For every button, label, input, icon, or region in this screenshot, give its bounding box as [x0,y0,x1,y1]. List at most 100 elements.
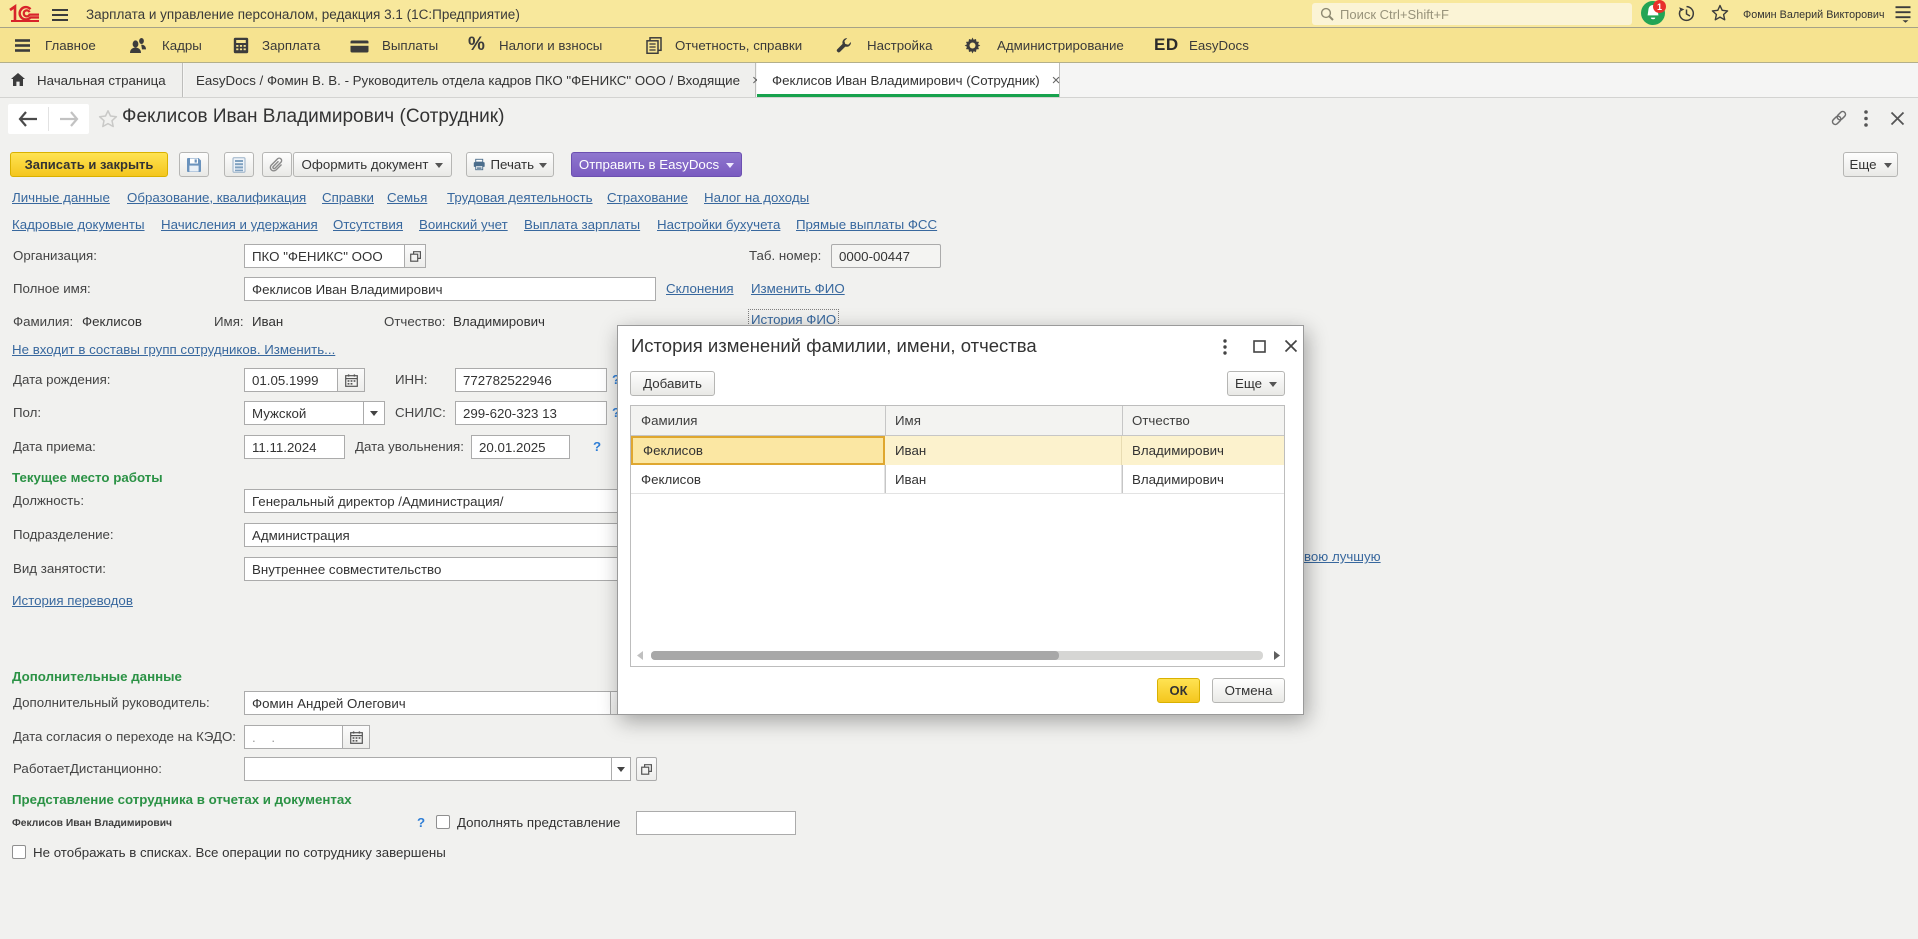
groups-link[interactable]: Не входит в составы групп сотрудников. И… [12,342,335,357]
add-manager-input[interactable]: Фомин Андрей Олегович [244,691,611,715]
dialog-add-button[interactable]: Добавить [630,371,715,396]
tab-employee[interactable]: Феклисов Иван Владимирович (Сотрудник) × [757,63,1060,97]
column-header-patronymic[interactable]: Отчество [1122,406,1284,436]
dialog-more-button[interactable]: Еще [1227,371,1285,396]
link-chain-icon[interactable] [1830,109,1848,127]
forward-arrow-icon[interactable] [59,111,79,127]
dialog-more-icon[interactable] [1223,339,1227,355]
navlink-accruals[interactable]: Начисления и удержания [161,217,318,232]
cell-name[interactable]: Иван [885,465,1122,494]
dialog-maximize-icon[interactable] [1253,340,1266,353]
navlink-hr-documents[interactable]: Кадровые документы [12,217,145,232]
back-arrow-icon[interactable] [18,111,38,127]
window-close-icon[interactable] [1890,111,1905,126]
column-header-surname[interactable]: Фамилия [631,406,885,436]
menu-item-reports[interactable]: Отчетность, справки [675,28,802,62]
menu-item-easydocs[interactable]: EasyDocs [1189,28,1249,62]
attachments-button[interactable] [262,152,292,177]
gender-select[interactable]: Мужской [244,401,364,425]
menu-item-taxes[interactable]: Налоги и взносы [499,28,602,62]
remote-work-dropdown-button[interactable] [611,757,631,781]
service-menu-icon[interactable] [1895,6,1911,23]
menu-item-settings[interactable]: Настройка [867,28,932,62]
tab-easydocs-inbox[interactable]: EasyDocs / Фомин В. В. - Руководитель от… [184,63,756,97]
kedo-date-input[interactable]: . . [244,725,343,749]
menu-item-payments[interactable]: Выплаты [382,28,438,62]
snils-input[interactable]: 299-620-323 13 [455,401,607,425]
dialog-cancel-button[interactable]: Отмена [1212,678,1285,703]
titlebar: Зарплата и управление персоналом, редакц… [0,0,1918,28]
birth-date-input[interactable]: 01.05.1999 [244,368,338,392]
navlink-fss[interactable]: Прямые выплаты ФСС [796,217,937,232]
tab-number-input[interactable]: 0000-00447 [831,244,941,268]
supplement-label[interactable]: Дополнять представление [457,815,620,830]
birth-date-calendar-button[interactable] [338,368,365,392]
dialog-close-icon[interactable] [1284,339,1298,353]
window-more-icon[interactable] [1864,110,1868,127]
navlink-salary-payment[interactable]: Выплата зарплаты [524,217,640,232]
supplement-input[interactable] [636,811,796,835]
save-close-button[interactable]: Записать и закрыть [10,152,168,177]
menu-item-administration[interactable]: Администрирование [997,28,1124,62]
column-header-name[interactable]: Имя [885,406,1122,436]
scroll-left-icon[interactable] [637,651,643,660]
navlink-military[interactable]: Воинский учет [419,217,508,232]
table-row[interactable]: Феклисов Иван Владимирович [631,465,1284,494]
remote-work-select[interactable] [244,757,612,781]
cell-surname-selected[interactable]: Феклисов [631,436,885,465]
representation-help-link[interactable]: ? [417,815,425,830]
menu-item-main[interactable]: Главное [45,28,96,62]
navlink-income-tax[interactable]: Налог на доходы [704,190,809,205]
full-name-input[interactable]: Феклисов Иван Владимирович [244,277,656,301]
navlink-certificates[interactable]: Справки [322,190,374,205]
send-easydocs-button[interactable]: Отправить в EasyDocs [571,152,742,177]
org-input[interactable]: ПКО "ФЕНИКС" ООО [244,244,405,268]
scroll-right-icon[interactable] [1274,651,1280,660]
show-requisites-button[interactable] [224,152,254,177]
declension-link[interactable]: Склонения [666,281,734,296]
cell-patronymic[interactable]: Владимирович [1122,465,1284,494]
dialog-ok-button[interactable]: ОК [1157,678,1200,703]
menu-item-salary[interactable]: Зарплата [262,28,320,62]
remote-work-open-button[interactable] [636,757,657,781]
cell-surname[interactable]: Феклисов [631,465,885,494]
hire-date-input[interactable]: 11.11.2024 [244,435,345,459]
fire-date-help-link[interactable]: ? [593,439,601,454]
user-name[interactable]: Фомин Валерий Викторович [1743,9,1885,21]
table-row-selected[interactable]: Феклисов Иван Владимирович [631,436,1284,465]
kedo-calendar-button[interactable] [343,725,370,749]
navlink-absences[interactable]: Отсутствия [333,217,403,232]
cell-patronymic[interactable]: Владимирович [1122,436,1284,465]
favorites-star-icon[interactable] [1711,4,1729,22]
hide-in-lists-checkbox[interactable] [12,845,26,859]
partial-link[interactable]: вою лучшую [1304,549,1381,564]
supplement-checkbox[interactable] [436,815,450,829]
hide-in-lists-label[interactable]: Не отображать в списках. Все операции по… [33,845,446,860]
transfers-history-link[interactable]: История переводов [12,593,133,608]
sections-menu-icon[interactable] [15,39,30,52]
history-icon[interactable] [1678,5,1695,22]
navlink-labor-activity[interactable]: Трудовая деятельность [447,190,593,205]
tab-home[interactable]: Начальная страница [0,63,183,97]
gender-dropdown-button[interactable] [363,401,385,425]
window-star-icon[interactable] [98,109,118,129]
navlink-insurance[interactable]: Страхование [607,190,688,205]
navlink-education[interactable]: Образование, квалификация [127,190,306,205]
more-button[interactable]: Еще [1843,152,1898,177]
main-menu-icon[interactable] [52,9,68,24]
menu-item-staff[interactable]: Кадры [162,28,202,62]
inn-input[interactable]: 772782522946 [455,368,607,392]
global-search-input[interactable]: Поиск Ctrl+Shift+F [1312,3,1632,25]
fire-date-input[interactable]: 20.01.2025 [471,435,570,459]
save-button[interactable] [179,152,209,177]
tab-close-icon[interactable]: × [1052,72,1061,89]
change-fio-link[interactable]: Изменить ФИО [751,281,845,296]
create-document-button[interactable]: Оформить документ [293,152,452,177]
navlink-personal-data[interactable]: Личные данные [12,190,110,205]
org-open-button[interactable] [405,244,426,268]
print-button[interactable]: Печать [466,152,554,177]
navlink-family[interactable]: Семья [387,190,427,205]
hscrollbar-thumb[interactable] [651,651,1059,660]
navlink-accounting[interactable]: Настройки бухучета [657,217,780,232]
cell-name[interactable]: Иван [885,436,1122,465]
